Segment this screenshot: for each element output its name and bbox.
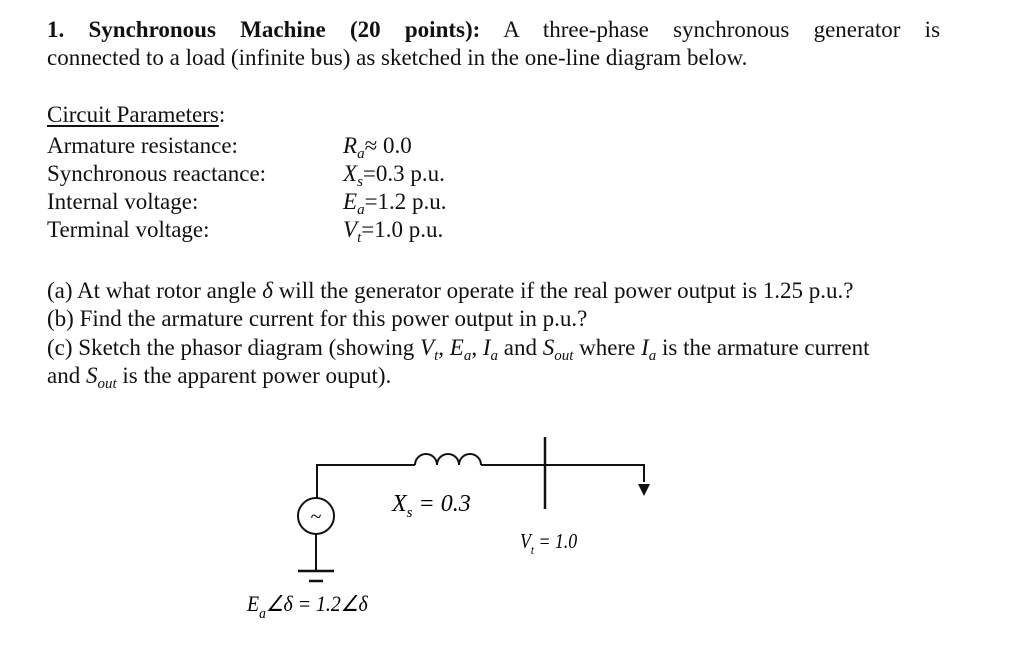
- load-arrow-icon: [638, 484, 650, 496]
- reactance-label: Xs = 0.3: [391, 491, 471, 521]
- one-line-diagram: ~ Xs = 0.3 Vt = 1.0 Ea∠δ = 1.2∠δ: [246, 437, 650, 622]
- generator-tilde-icon: ~: [311, 506, 322, 528]
- reactance-inductor: [414, 453, 482, 466]
- wire-to-load: [481, 464, 645, 482]
- terminal-voltage-label: Vt = 1.0: [520, 531, 577, 557]
- internal-voltage-label: Ea∠δ = 1.2∠δ: [246, 591, 368, 622]
